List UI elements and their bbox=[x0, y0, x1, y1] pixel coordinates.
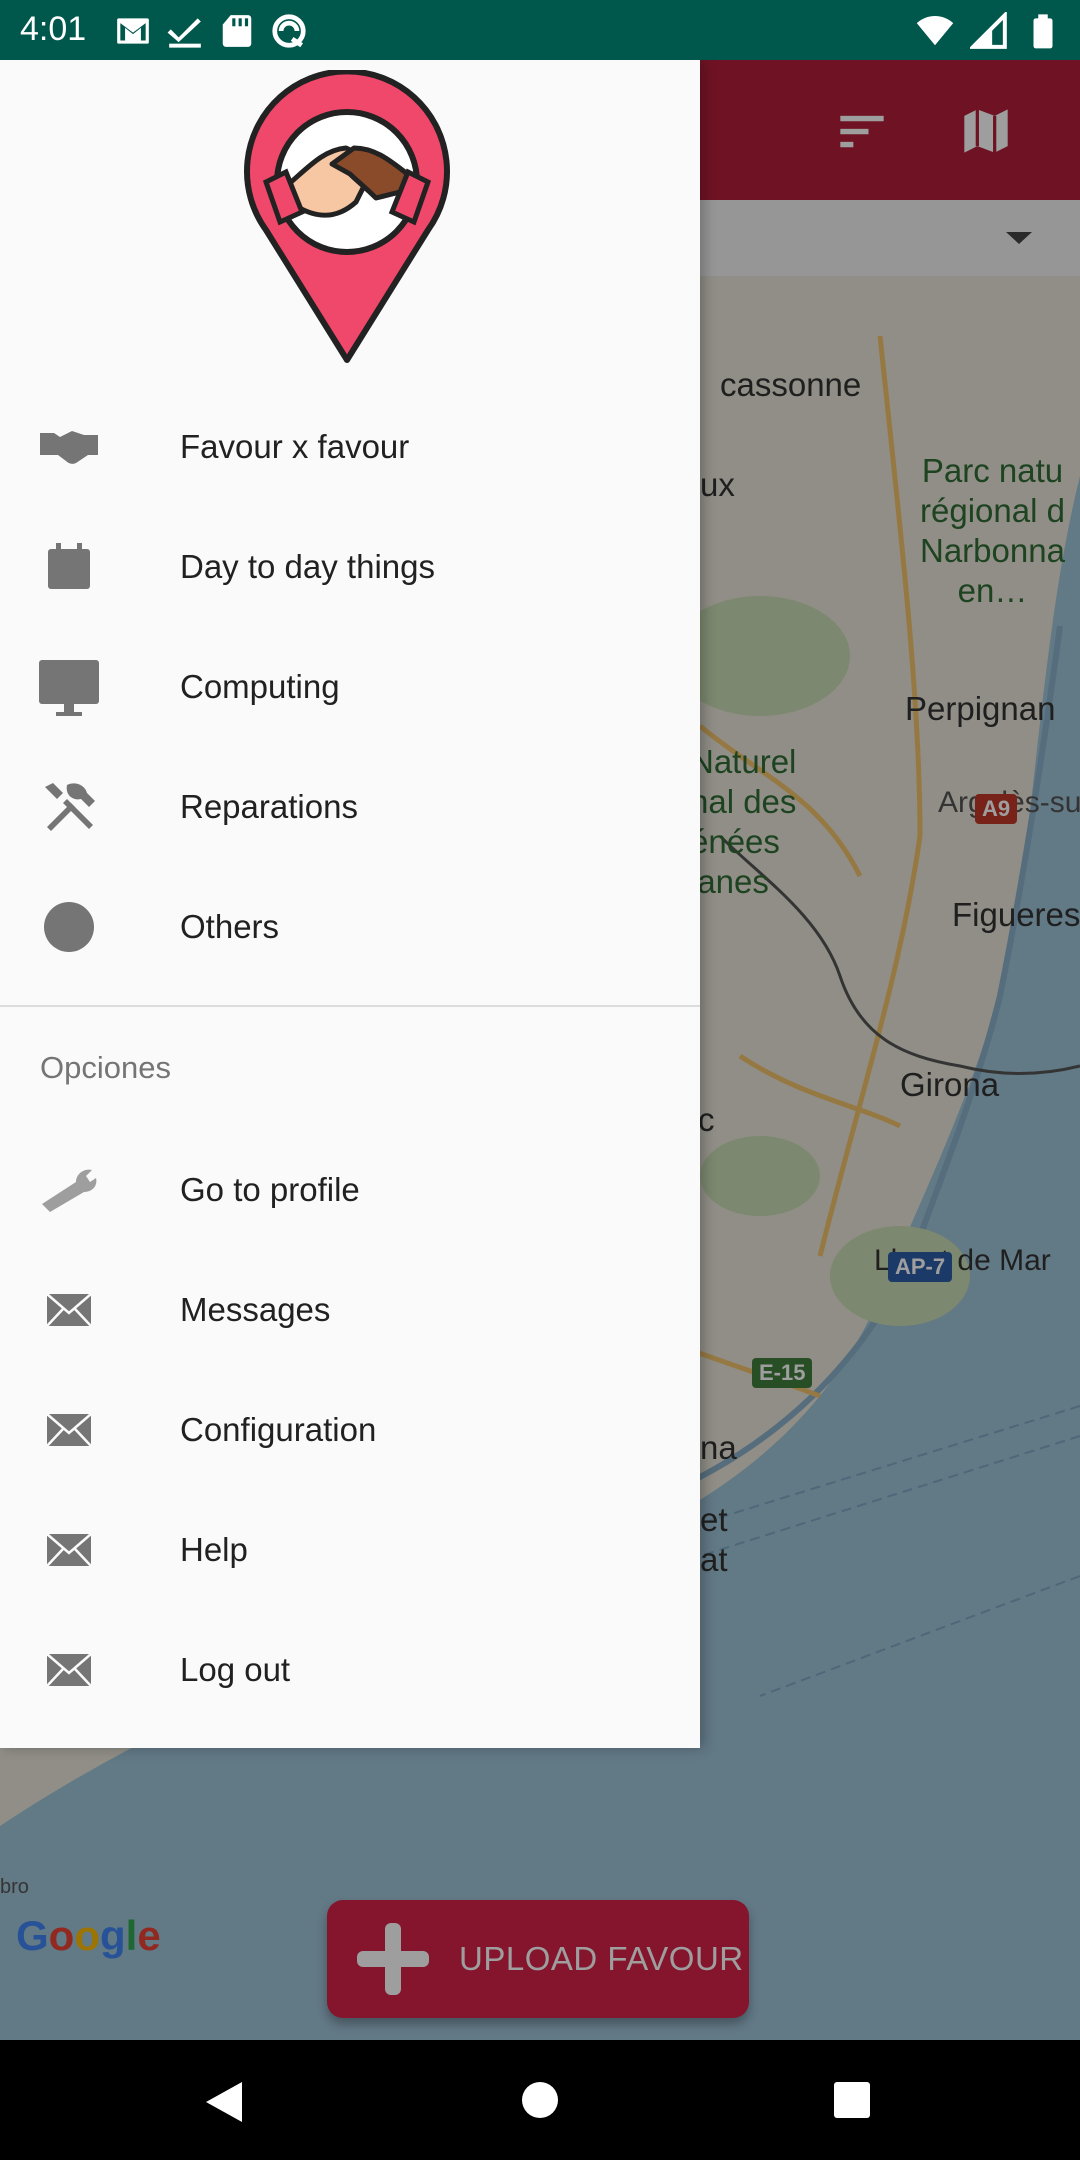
circle-icon bbox=[38, 896, 100, 958]
drawer-item-label: Reparations bbox=[180, 788, 358, 825]
drawer-item-label: Go to profile bbox=[180, 1171, 360, 1208]
drawer-item-log-out[interactable]: Log out bbox=[0, 1610, 700, 1730]
drawer-item-label: Configuration bbox=[180, 1411, 377, 1448]
handshake-icon bbox=[38, 416, 100, 478]
monitor-icon bbox=[38, 656, 100, 718]
drawer-item-help[interactable]: Help bbox=[0, 1490, 700, 1610]
drawer-item-label: Messages bbox=[180, 1291, 331, 1328]
drawer-item-label: Help bbox=[180, 1531, 248, 1568]
drawer-item-day-to-day-things[interactable]: Day to day things bbox=[0, 507, 700, 627]
drawer-item-label: Day to day things bbox=[180, 548, 435, 585]
drawer-item-reparations[interactable]: Reparations bbox=[0, 747, 700, 867]
app-logo-icon bbox=[244, 70, 450, 363]
drawer-item-messages[interactable]: Messages bbox=[0, 1250, 700, 1370]
drawer-item-label: Log out bbox=[180, 1651, 291, 1688]
status-time: 4:01 bbox=[20, 10, 87, 48]
drawer-item-label: Computing bbox=[180, 668, 340, 705]
sd-card-icon bbox=[222, 15, 252, 47]
section-title: Opciones bbox=[40, 1050, 171, 1085]
drawer-item-go-to-profile[interactable]: Go to profile bbox=[0, 1130, 700, 1250]
gmail-icon bbox=[117, 18, 149, 44]
drawer-item-others[interactable]: Others bbox=[0, 867, 700, 987]
drawer-item-configuration[interactable]: Configuration bbox=[0, 1370, 700, 1490]
check-icon bbox=[167, 18, 201, 48]
drawer-item-favour-x-favour[interactable]: Favour x favour bbox=[0, 387, 700, 507]
status-bar: 4:01 bbox=[0, 0, 1080, 60]
navigation-drawer: Favour x favour Day to day things Comput… bbox=[0, 60, 700, 1748]
recents-icon[interactable] bbox=[832, 2080, 872, 2120]
notification-icons bbox=[114, 12, 308, 50]
mail-icon bbox=[38, 1279, 100, 1341]
system-nav-bar bbox=[0, 2040, 1080, 2160]
signal-icon bbox=[970, 12, 1007, 49]
mail-icon bbox=[38, 1399, 100, 1461]
system-status-icons bbox=[916, 12, 1062, 50]
back-icon[interactable] bbox=[204, 2080, 244, 2124]
sync-icon bbox=[272, 14, 306, 48]
home-icon[interactable] bbox=[520, 2080, 560, 2120]
mail-icon bbox=[38, 1519, 100, 1581]
mail-icon bbox=[38, 1639, 100, 1701]
calendar-icon bbox=[38, 536, 100, 598]
wifi-icon bbox=[916, 15, 954, 46]
battery-icon bbox=[1033, 14, 1053, 49]
tools-icon bbox=[38, 776, 100, 838]
drawer-item-label: Others bbox=[180, 908, 280, 945]
drawer-item-label: Favour x favour bbox=[180, 428, 410, 465]
wrench-icon bbox=[38, 1159, 100, 1221]
drawer-item-computing[interactable]: Computing bbox=[0, 627, 700, 747]
drawer-divider bbox=[0, 1005, 700, 1007]
